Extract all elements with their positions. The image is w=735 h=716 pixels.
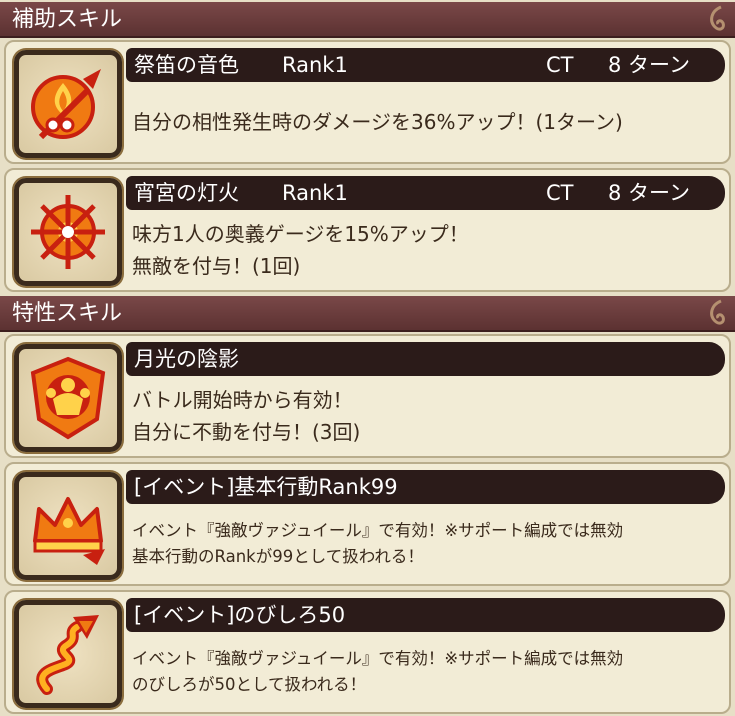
ornament-curl-icon bbox=[710, 5, 725, 31]
sun-wheel-icon bbox=[31, 195, 105, 269]
crown-icon bbox=[33, 497, 105, 565]
skill-name-bar: 宵宮の灯火 Rank1 CT 8 ターン bbox=[126, 176, 725, 210]
ornament-curl-icon bbox=[710, 299, 725, 325]
skill-name: 祭笛の音色 bbox=[134, 53, 239, 77]
description-line: バトル開始時から有効！ bbox=[132, 388, 353, 412]
skill-rank: Rank1 bbox=[282, 181, 348, 205]
skill-description: 自分の相性発生時のダメージを36%アップ！(1ターン) bbox=[132, 106, 623, 138]
description-line: 自分の相性発生時のダメージを36%アップ！(1ターン) bbox=[132, 110, 623, 134]
skill-icon-frame bbox=[14, 50, 122, 158]
skill-description: 味方1人の奥義ゲージを15%アップ！ 無敵を付与！(1回) bbox=[132, 218, 469, 282]
description-line: イベント『強敵ヴァジュイール』で有効！※サポート編成では無効 bbox=[132, 521, 624, 540]
skill-name-bar: 祭笛の音色 Rank1 CT 8 ターン bbox=[126, 48, 725, 82]
skill-description: イベント『強敵ヴァジュイール』で有効！※サポート編成では無効 基本行動のRank… bbox=[132, 518, 623, 570]
strength-shield-icon bbox=[30, 356, 106, 440]
skill-name-bar: 月光の陰影 bbox=[126, 342, 725, 376]
section-title: 特性スキル bbox=[12, 301, 123, 326]
section-header-trait: 特性スキル bbox=[0, 296, 735, 332]
description-line: イベント『強敵ヴァジュイール』で有効！※サポート編成では無効 bbox=[132, 649, 624, 668]
skill-rank: Rank1 bbox=[282, 53, 348, 77]
section-header-support: 補助スキル bbox=[0, 2, 735, 38]
skill-card[interactable]: 宵宮の灯火 Rank1 CT 8 ターン 味方1人の奥義ゲージを15%アップ！ … bbox=[4, 168, 731, 292]
skill-name: [イベント]基本行動Rank99 bbox=[134, 475, 398, 499]
skill-card[interactable]: 祭笛の音色 Rank1 CT 8 ターン 自分の相性発生時のダメージを36%アッ… bbox=[4, 40, 731, 164]
cooldown-turns: 8 ターン bbox=[608, 181, 690, 205]
skill-card[interactable]: 月光の陰影 バトル開始時から有効！ 自分に不動を付与！(3回) bbox=[4, 334, 731, 458]
skill-icon-frame bbox=[14, 472, 122, 580]
skill-name: [イベント]のびしろ50 bbox=[134, 603, 346, 627]
skill-icon-frame bbox=[14, 178, 122, 286]
section-title: 補助スキル bbox=[12, 7, 123, 32]
cooldown-turns: 8 ターン bbox=[608, 53, 690, 77]
ct-label: CT bbox=[546, 53, 574, 77]
description-line: 無敵を付与！(1回) bbox=[132, 254, 301, 278]
skill-name: 宵宮の灯火 bbox=[134, 181, 239, 205]
description-line: 味方1人の奥義ゲージを15%アップ！ bbox=[132, 222, 469, 246]
flame-flute-icon bbox=[31, 69, 101, 140]
spiral-arrow-icon bbox=[36, 615, 99, 695]
skill-name-bar: [イベント]基本行動Rank99 bbox=[126, 470, 725, 504]
skill-card[interactable]: [イベント]基本行動Rank99 イベント『強敵ヴァジュイール』で有効！※サポー… bbox=[4, 462, 731, 586]
description-line: のびしろが50として扱われる！ bbox=[132, 675, 367, 694]
skill-icon-frame bbox=[14, 344, 122, 452]
skill-icon-frame bbox=[14, 600, 122, 708]
description-line: 基本行動のRankが99として扱われる！ bbox=[132, 547, 424, 566]
skill-description: イベント『強敵ヴァジュイール』で有効！※サポート編成では無効 のびしろが50とし… bbox=[132, 646, 623, 698]
skill-description: バトル開始時から有効！ 自分に不動を付与！(3回) bbox=[132, 384, 360, 448]
skill-name-bar: [イベント]のびしろ50 bbox=[126, 598, 725, 632]
description-line: 自分に不動を付与！(3回) bbox=[132, 420, 361, 444]
skill-card[interactable]: [イベント]のびしろ50 イベント『強敵ヴァジュイール』で有効！※サポート編成で… bbox=[4, 590, 731, 714]
ct-label: CT bbox=[546, 181, 574, 205]
skill-name: 月光の陰影 bbox=[134, 347, 239, 371]
